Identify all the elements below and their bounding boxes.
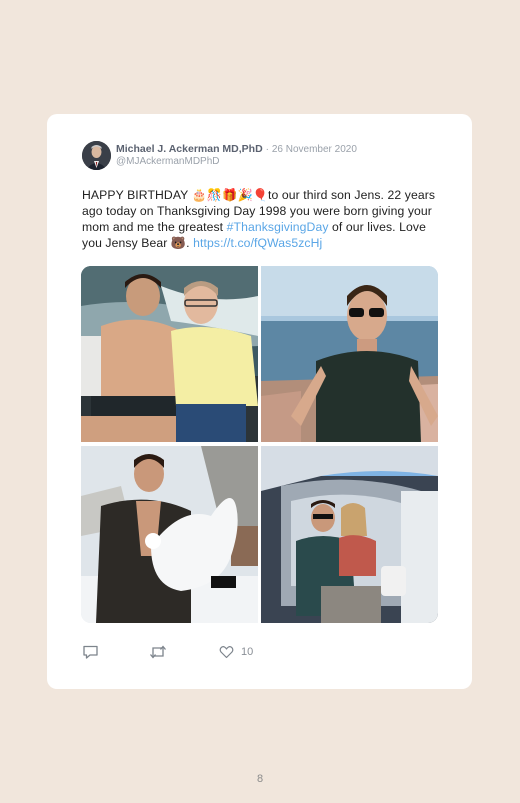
like-button[interactable]: 10 (219, 644, 253, 660)
page-number: 8 (256, 773, 264, 785)
url-link[interactable]: https://t.co/fQWas5zcHj (193, 236, 322, 250)
reply-icon (83, 645, 98, 659)
hashtag-link[interactable]: #ThanksgivingDay (227, 220, 329, 234)
date-separator: · (265, 144, 269, 155)
reply-button[interactable] (82, 644, 99, 660)
photo-sunglasses[interactable] (261, 266, 438, 442)
retweet-icon (150, 645, 166, 659)
photo-snow-bunny[interactable] (81, 446, 258, 623)
author-name[interactable]: Michael J. Ackerman MD,PhD (116, 143, 263, 155)
photo-boat[interactable] (81, 266, 258, 442)
tweet-header: Michael J. Ackerman MD,PhD · 26 November… (82, 141, 442, 171)
heart-icon (219, 646, 234, 659)
avatar[interactable] (82, 141, 111, 170)
author-handle[interactable]: @MJAckermanMDPhD (116, 156, 220, 167)
tweet-text: HAPPY BIRTHDAY 🎂🎊🎁🎉🎈to our third son Jen… (82, 187, 442, 251)
photo-plane[interactable] (261, 446, 438, 623)
retweet-button[interactable] (149, 644, 167, 660)
like-count: 10 (241, 646, 254, 658)
tweet-actions: 10 (82, 644, 442, 662)
tweet-date[interactable]: 26 November 2020 (272, 144, 357, 155)
photo-grid (81, 266, 438, 623)
author-line: Michael J. Ackerman MD,PhD · 26 November… (116, 143, 357, 155)
tweet-card: Michael J. Ackerman MD,PhD · 26 November… (47, 114, 472, 689)
